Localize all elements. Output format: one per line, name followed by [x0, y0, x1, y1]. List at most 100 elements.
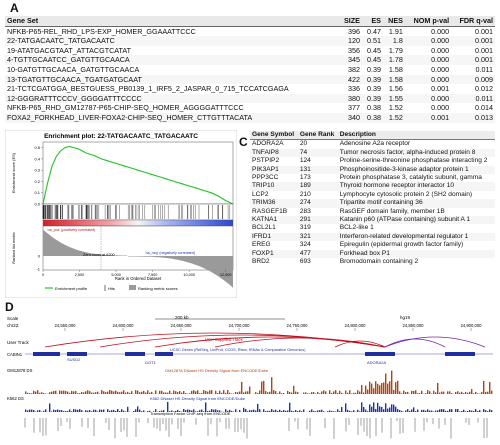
signal-bar [87, 390, 88, 394]
table-cell: RasGEF domain family, member 1B [338, 208, 495, 216]
table-cell: 0.001 [451, 55, 495, 65]
table-cell: 0.39 [362, 94, 383, 104]
signal-bar [345, 391, 346, 394]
signal-bar [331, 393, 332, 394]
assembly-label: hg19 [400, 315, 411, 320]
table-cell: 1.8 [383, 36, 405, 46]
signal-bar [477, 411, 478, 412]
signal-bar [103, 391, 104, 394]
signal-bar [267, 411, 268, 412]
signal-bar [399, 391, 400, 394]
signal-bar [371, 383, 372, 394]
table-cell: 4-TGTTGCAATCC_GATGTTGCAACA [5, 55, 339, 65]
tfbs-track-title: Transcription Factor ChIP-seq from ENCOD… [150, 411, 231, 416]
signal-bar [61, 391, 62, 394]
table-row: PPP3CC173Protein phosphatase 3, catalyti… [250, 174, 495, 182]
signal-bar [141, 392, 142, 394]
signal-bar [425, 411, 426, 412]
signal-bar [295, 392, 296, 394]
gene-set-col-header: Gene Set [5, 16, 339, 26]
signal-bar [85, 391, 86, 394]
signal-bar [115, 411, 116, 412]
signal-bar [389, 407, 390, 412]
rank-ylabel: Ranked list metric [11, 232, 16, 264]
signal-bar [131, 391, 132, 394]
signal-bar [323, 390, 324, 394]
table-cell: 0.39 [362, 75, 383, 85]
signal-bar [387, 409, 388, 412]
table-cell: 274 [298, 199, 338, 207]
table-cell: 477 [298, 250, 338, 258]
table-cell: Tripartite motif containing 36 [338, 199, 495, 207]
gene-set-table: Gene SetSIZEESNESNOM p-valFDR q-val NFKB… [5, 16, 495, 123]
signal-bar [115, 391, 116, 394]
es-plot-area [43, 142, 233, 204]
gene-cabin1: CABIN1 [7, 352, 23, 357]
signal-bar [291, 393, 292, 394]
signal-bar [441, 392, 442, 394]
table-cell: 0.000 [405, 65, 451, 75]
signal-bar [161, 391, 162, 394]
table-cell: 13-TGATGTTGCAACA_TGATGATGCAAT [5, 75, 339, 85]
table-cell: 377 [339, 103, 362, 113]
table-cell: Protein phosphatase 3, catalytic subunit… [338, 174, 495, 182]
table-row: ADORA2A20Adenosine A2a receptor [250, 140, 495, 149]
table-cell: 0.009 [451, 75, 495, 85]
signal-bar [421, 410, 422, 412]
table-cell: PIK3AP1 [250, 166, 298, 174]
signal-bar [439, 393, 440, 394]
table-cell: 189 [298, 182, 338, 190]
signal-bar [337, 409, 338, 412]
table-cell: 380 [339, 94, 362, 104]
signal-bar [67, 392, 68, 394]
signal-bar [243, 408, 244, 412]
signal-bar [323, 411, 324, 412]
table-cell: 0.012 [451, 84, 495, 94]
signal-bar [331, 411, 332, 412]
ucsc-genes-label: UCSC Genes (RefSeq, UniProt, CCDS, Rfam,… [170, 348, 306, 352]
signal-bar [71, 411, 72, 412]
signal-bar [163, 392, 164, 394]
table-cell: Bromodomain containing 2 [338, 258, 495, 266]
signal-bar [121, 392, 122, 394]
table-row: 21-TCTCGATGGA_BESTGUESS_PB0139_1_IRF5_2_… [5, 84, 495, 94]
table-row: NFKB-P65-REL_RHD_LPS-EXP_HOMER_GGAAATTCC… [5, 26, 495, 36]
signal-bar [135, 409, 136, 412]
signal-bar [119, 392, 120, 394]
signal-bar [193, 390, 194, 394]
table-row: PSTPIP2124Proline-serine-threonine phosp… [250, 157, 495, 165]
signal-bar [275, 391, 276, 394]
signal-bar [133, 411, 134, 412]
table-cell: 693 [298, 258, 338, 266]
signal-bar [369, 404, 370, 412]
signal-bar [409, 411, 410, 412]
es-tick-label: 0.5 [34, 145, 40, 150]
es-tick-label: 0.0 [34, 202, 40, 207]
zero-cross-label: Zero cross at 6200 [83, 253, 115, 257]
table-cell: TNFAIP8 [250, 149, 298, 157]
signal-bar [429, 391, 430, 394]
table-cell: 210 [298, 191, 338, 199]
signal-bar [277, 411, 278, 412]
signal-bar [429, 411, 430, 412]
signal-bar [367, 411, 368, 412]
signal-bar [97, 392, 98, 394]
table-cell: 0.014 [451, 103, 495, 113]
signal-bar [93, 393, 94, 394]
signal-bar [375, 409, 376, 412]
table-cell: Phosphoinositide-3-kinase adaptor protei… [338, 166, 495, 174]
table-cell: 283 [298, 208, 338, 216]
signal-bar [217, 393, 218, 394]
signal-bar [113, 410, 114, 412]
signal-bar [215, 391, 216, 394]
signal-bar [309, 411, 310, 412]
signal-bar [329, 390, 330, 394]
signal-bar [289, 403, 290, 412]
signal-bar [271, 409, 272, 412]
signal-bar [247, 411, 248, 412]
signal-bar [53, 410, 54, 412]
signal-bar [81, 392, 82, 394]
signal-bar [475, 409, 476, 412]
signal-bar [269, 411, 270, 412]
signal-bar [255, 392, 256, 394]
